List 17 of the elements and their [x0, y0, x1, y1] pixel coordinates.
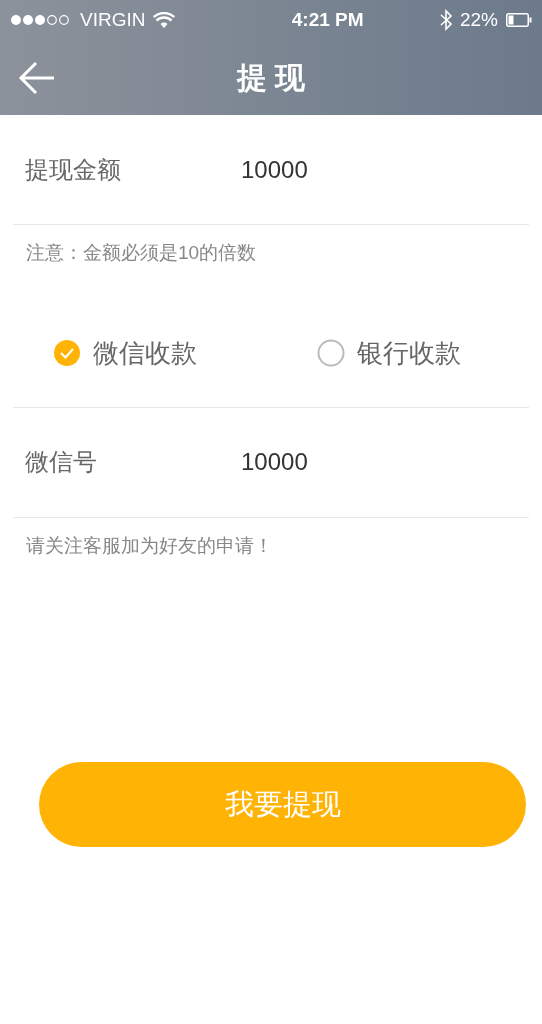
carrier-name: VIRGIN — [80, 7, 146, 32]
wifi-icon — [153, 11, 176, 29]
input-field[interactable]: 10000 — [241, 444, 441, 480]
radio-option[interactable]: 微信收款 — [53, 333, 197, 373]
battery-percent: 22% — [459, 7, 498, 32]
radio-option[interactable]: 银行收款 — [317, 333, 461, 373]
page-title: 提 现 — [236, 60, 306, 96]
bluetooth-icon — [439, 9, 452, 31]
back-button[interactable] — [18, 60, 56, 95]
battery-icon — [506, 13, 532, 27]
input-field[interactable]: 10000 — [241, 151, 441, 188]
hint-text: 请关注客服加为好友的申请！ — [25, 533, 274, 558]
clock-time: 4:21 PM — [290, 7, 365, 32]
signal-icon — [10, 14, 72, 26]
hint-text: 注意：金额必须是10的倍数 — [25, 241, 258, 265]
field-label: 提现金额 — [25, 154, 122, 185]
field-label: 微信号 — [25, 447, 98, 477]
